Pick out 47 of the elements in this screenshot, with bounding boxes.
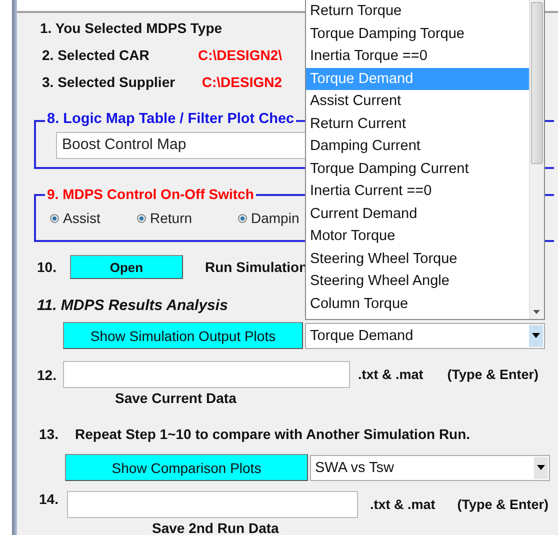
caret-icon — [529, 324, 543, 346]
step-label: Run Simulation — [205, 259, 308, 275]
list-item[interactable]: Return Current — [306, 112, 529, 135]
radio-option[interactable]: Assist — [50, 210, 137, 226]
file-path: C:\DESIGN2\ — [198, 46, 282, 62]
list-item[interactable]: Current Demand — [306, 202, 529, 225]
step-label: Repeat Step 1~10 to compare with Another Simulation Run. — [75, 426, 470, 442]
list-item[interactable]: Steering Wheel Torque — [306, 248, 529, 270]
list-item[interactable]: Inertia Current ==0 — [306, 180, 529, 202]
show-plots-button[interactable]: Show Simulation Output Plots — [63, 322, 303, 349]
extension-label: .txt & .mat — [370, 497, 436, 512]
scrollbar[interactable] — [529, 0, 544, 319]
step-number: 13. — [38, 426, 60, 442]
group-title: 8. Logic Map Table / Filter Plot Chec — [45, 111, 296, 127]
file-name-field[interactable] — [63, 361, 350, 388]
list-item[interactable]: Steering Wheel Angle — [306, 270, 529, 292]
extension-label: .txt & .mat — [358, 367, 424, 382]
field-caption: Save 2nd Run Data — [152, 520, 279, 535]
group-title: 9. MDPS Control On-Off Switch — [45, 186, 256, 202]
list-item[interactable]: Inertia Torque ==0 — [306, 45, 529, 68]
caret-icon — [534, 456, 548, 478]
comparison-dropdown[interactable]: SWA vs Tsw — [310, 454, 550, 480]
scroll-thumb[interactable] — [531, 2, 543, 164]
step-label: 1. You Selected MDPS Type — [40, 20, 222, 36]
plot-dropdown[interactable]: Torque Demand — [305, 322, 545, 348]
step-label: 3. Selected Supplier — [42, 74, 176, 90]
step-label: 2. Selected CAR — [42, 46, 150, 62]
list-item[interactable]: Torque Damping Torque — [306, 22, 529, 45]
open-button[interactable]: Open — [70, 255, 183, 279]
file-path: C:\DESIGN2 — [202, 74, 282, 90]
step-number: 14. — [38, 491, 60, 507]
step-number: 12. — [36, 366, 58, 382]
down-arrow-icon[interactable] — [533, 310, 540, 314]
list-item[interactable]: Column Torque — [306, 292, 529, 315]
comparison-button[interactable]: Show Comparison Plots — [65, 454, 308, 481]
section-title: 11. MDPS Results Analysis — [37, 296, 228, 314]
list-item[interactable]: Torque Damping Current — [306, 158, 529, 180]
list-item[interactable]: Assist Current — [306, 90, 529, 112]
file-name-field[interactable] — [67, 491, 358, 518]
hint-label: (Type & Enter) — [457, 497, 549, 512]
radio-option[interactable]: Return — [137, 210, 238, 226]
radio-option[interactable]: Dampin — [238, 210, 300, 226]
hint-label: (Type & Enter) — [447, 367, 539, 382]
list-item[interactable]: Motor Torque — [306, 225, 529, 248]
step-number: 10. — [36, 259, 58, 275]
list-item[interactable]: Return Torque — [306, 0, 529, 22]
field-caption: Save Current Data — [115, 390, 236, 406]
